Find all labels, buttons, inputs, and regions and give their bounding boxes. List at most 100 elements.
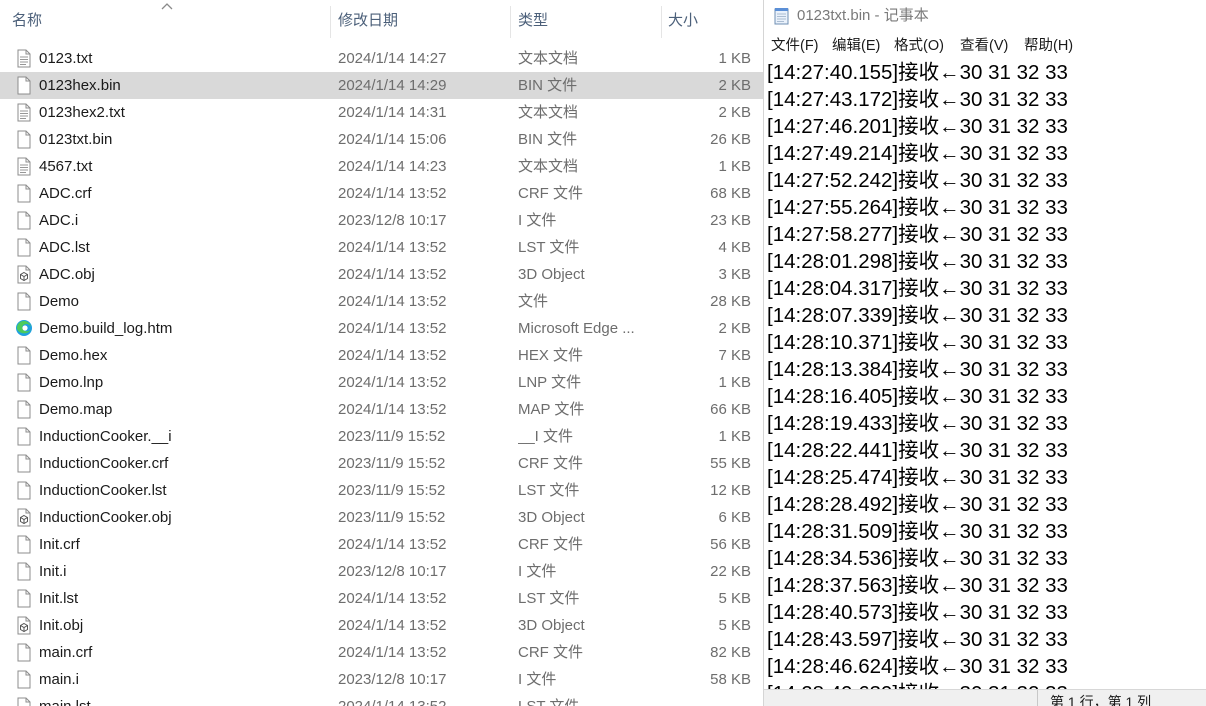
file-type: 文本文档	[518, 104, 579, 121]
file-name: Demo.build_log.htm	[39, 320, 173, 337]
file-row[interactable]: Demo 2024/1/14 13:52 文件 28 KB	[0, 288, 763, 315]
file-type: I 文件	[518, 212, 557, 229]
column-divider[interactable]	[661, 6, 662, 38]
file-modified-date: 2024/1/14 15:06	[338, 131, 447, 148]
blank-file-icon	[15, 562, 33, 581]
blank-file-icon	[15, 697, 33, 706]
file-name: 0123.txt	[39, 50, 93, 67]
file-name: 4567.txt	[39, 158, 93, 175]
text-line: [14:28:19.433]接收←30 31 32 33	[767, 412, 1068, 435]
file-row[interactable]: Demo.hex 2024/1/14 13:52 HEX 文件 7 KB	[0, 342, 763, 369]
file-modified-date: 2024/1/14 13:52	[338, 266, 447, 283]
text-line: [14:27:52.242]接收←30 31 32 33	[767, 169, 1068, 192]
text-line: [14:28:07.339]接收←30 31 32 33	[767, 304, 1068, 327]
file-row[interactable]: Init.lst 2024/1/14 13:52 LST 文件 5 KB	[0, 585, 763, 612]
file-size: 1 KB	[718, 50, 751, 67]
text-line: [14:28:01.298]接收←30 31 32 33	[767, 250, 1068, 273]
file-row[interactable]: Demo.lnp 2024/1/14 13:52 LNP 文件 1 KB	[0, 369, 763, 396]
window-title: 0123txt.bin - 记事本	[797, 7, 929, 24]
file-row[interactable]: main.lst 2024/1/14 13:52 LST 文件	[0, 693, 763, 706]
menu-help[interactable]: 帮助(H)	[1024, 34, 1073, 58]
file-row[interactable]: Init.crf 2024/1/14 13:52 CRF 文件 56 KB	[0, 531, 763, 558]
text-file-icon	[15, 103, 33, 122]
blank-file-icon	[15, 427, 33, 446]
text-line: [14:27:46.201]接收←30 31 32 33	[767, 115, 1068, 138]
file-row[interactable]: InductionCooker.__i 2023/11/9 15:52 __I 文件…	[0, 423, 763, 450]
file-name: Demo.map	[39, 401, 113, 418]
file-type: BIN 文件	[518, 77, 578, 94]
blank-file-icon	[15, 238, 33, 257]
blank-file-icon	[15, 346, 33, 365]
file-type: CRF 文件	[518, 185, 583, 202]
file-row[interactable]: InductionCooker.crf 2023/11/9 15:52 CRF 文件…	[0, 450, 763, 477]
text-editor-area[interactable]: [14:27:40.155]接收←30 31 32 33 [14:27:43.17…	[764, 59, 1206, 689]
column-header-size[interactable]: 大小	[668, 0, 698, 40]
file-row[interactable]: main.crf 2024/1/14 13:52 CRF 文件 82 KB	[0, 639, 763, 666]
file-size: 56 KB	[710, 536, 751, 553]
file-row[interactable]: ADC.lst 2024/1/14 13:52 LST 文件 4 KB	[0, 234, 763, 261]
file-type: 文件	[518, 293, 549, 310]
file-size: 1 KB	[718, 428, 751, 445]
file-row[interactable]: Demo.map 2024/1/14 13:52 MAP 文件 66 KB	[0, 396, 763, 423]
column-header-type[interactable]: 类型	[518, 0, 548, 40]
text-line: [14:28:22.441]接收←30 31 32 33	[767, 439, 1068, 462]
file-row[interactable]: 0123hex2.txt 2024/1/14 14:31 文本文档 2 KB	[0, 99, 763, 126]
file-size: 2 KB	[718, 77, 751, 94]
file-type: I 文件	[518, 671, 557, 688]
file-name: ADC.lst	[39, 239, 90, 256]
file-row[interactable]: Demo.build_log.htm 2024/1/14 13:52 Microso…	[0, 315, 763, 342]
menu-file[interactable]: 文件(F)	[771, 34, 819, 58]
file-row[interactable]: 0123txt.bin 2024/1/14 15:06 BIN 文件 26 KB	[0, 126, 763, 153]
file-type: LST 文件	[518, 239, 580, 256]
file-modified-date: 2024/1/14 13:52	[338, 185, 447, 202]
file-row[interactable]: InductionCooker.obj 2023/11/9 15:52 3D Obj…	[0, 504, 763, 531]
file-name: main.crf	[39, 644, 93, 661]
notepad-titlebar[interactable]: 0123txt.bin - 记事本	[764, 0, 1206, 32]
3d-object-file-icon	[15, 508, 33, 527]
file-modified-date: 2024/1/14 14:23	[338, 158, 447, 175]
file-modified-date: 2024/1/14 13:52	[338, 590, 447, 607]
column-header-date[interactable]: 修改日期	[338, 0, 398, 40]
blank-file-icon	[15, 643, 33, 662]
file-name: ADC.obj	[39, 266, 95, 283]
file-size: 5 KB	[718, 617, 751, 634]
file-type: BIN 文件	[518, 131, 578, 148]
file-size: 2 KB	[718, 320, 751, 337]
blank-file-icon	[15, 292, 33, 311]
file-modified-date: 2024/1/14 13:52	[338, 374, 447, 391]
column-header-name[interactable]: 名称	[12, 0, 42, 40]
file-name: Init.crf	[39, 536, 80, 553]
menu-view[interactable]: 查看(V)	[960, 34, 1008, 58]
file-size: 1 KB	[718, 374, 751, 391]
file-type: __I 文件	[518, 428, 574, 445]
file-row[interactable]: Init.obj 2024/1/14 13:52 3D Object 5 KB	[0, 612, 763, 639]
file-row[interactable]: Init.i 2023/12/8 10:17 I 文件 22 KB	[0, 558, 763, 585]
file-type: 3D Object	[518, 266, 585, 283]
text-line: [14:28:40.573]接收←30 31 32 33	[767, 601, 1068, 624]
file-row[interactable]: main.i 2023/12/8 10:17 I 文件 58 KB	[0, 666, 763, 693]
file-row[interactable]: ADC.crf 2024/1/14 13:52 CRF 文件 68 KB	[0, 180, 763, 207]
file-name: InductionCooker.lst	[39, 482, 167, 499]
file-type: MAP 文件	[518, 401, 585, 418]
file-row[interactable]: ADC.i 2023/12/8 10:17 I 文件 23 KB	[0, 207, 763, 234]
menu-edit[interactable]: 编辑(E)	[832, 34, 880, 58]
file-explorer: 名称 修改日期 类型 大小 0123.txt 2024/1/14 14:27 文本文…	[0, 0, 763, 706]
file-row[interactable]: 4567.txt 2024/1/14 14:23 文本文档 1 KB	[0, 153, 763, 180]
3d-object-file-icon	[15, 265, 33, 284]
blank-file-icon	[15, 211, 33, 230]
text-line: [14:28:13.384]接收←30 31 32 33	[767, 358, 1068, 381]
column-divider[interactable]	[510, 6, 511, 38]
text-line: [14:28:28.492]接收←30 31 32 33	[767, 493, 1068, 516]
file-size: 2 KB	[718, 104, 751, 121]
menu-format[interactable]: 格式(O)	[894, 34, 944, 58]
file-size: 28 KB	[710, 293, 751, 310]
file-row[interactable]: ADC.obj 2024/1/14 13:52 3D Object 3 KB	[0, 261, 763, 288]
file-type: LST 文件	[518, 693, 653, 706]
column-divider[interactable]	[330, 6, 331, 38]
file-row[interactable]: InductionCooker.lst 2023/11/9 15:52 LST 文件…	[0, 477, 763, 504]
text-line: [14:28:37.563]接收←30 31 32 33	[767, 574, 1068, 597]
file-name: Init.lst	[39, 590, 79, 607]
file-row[interactable]: 0123.txt 2024/1/14 14:27 文本文档 1 KB	[0, 45, 763, 72]
file-row[interactable]: 0123hex.bin 2024/1/14 14:29 BIN 文件 2 KB	[0, 72, 763, 99]
file-size: 68 KB	[710, 185, 751, 202]
